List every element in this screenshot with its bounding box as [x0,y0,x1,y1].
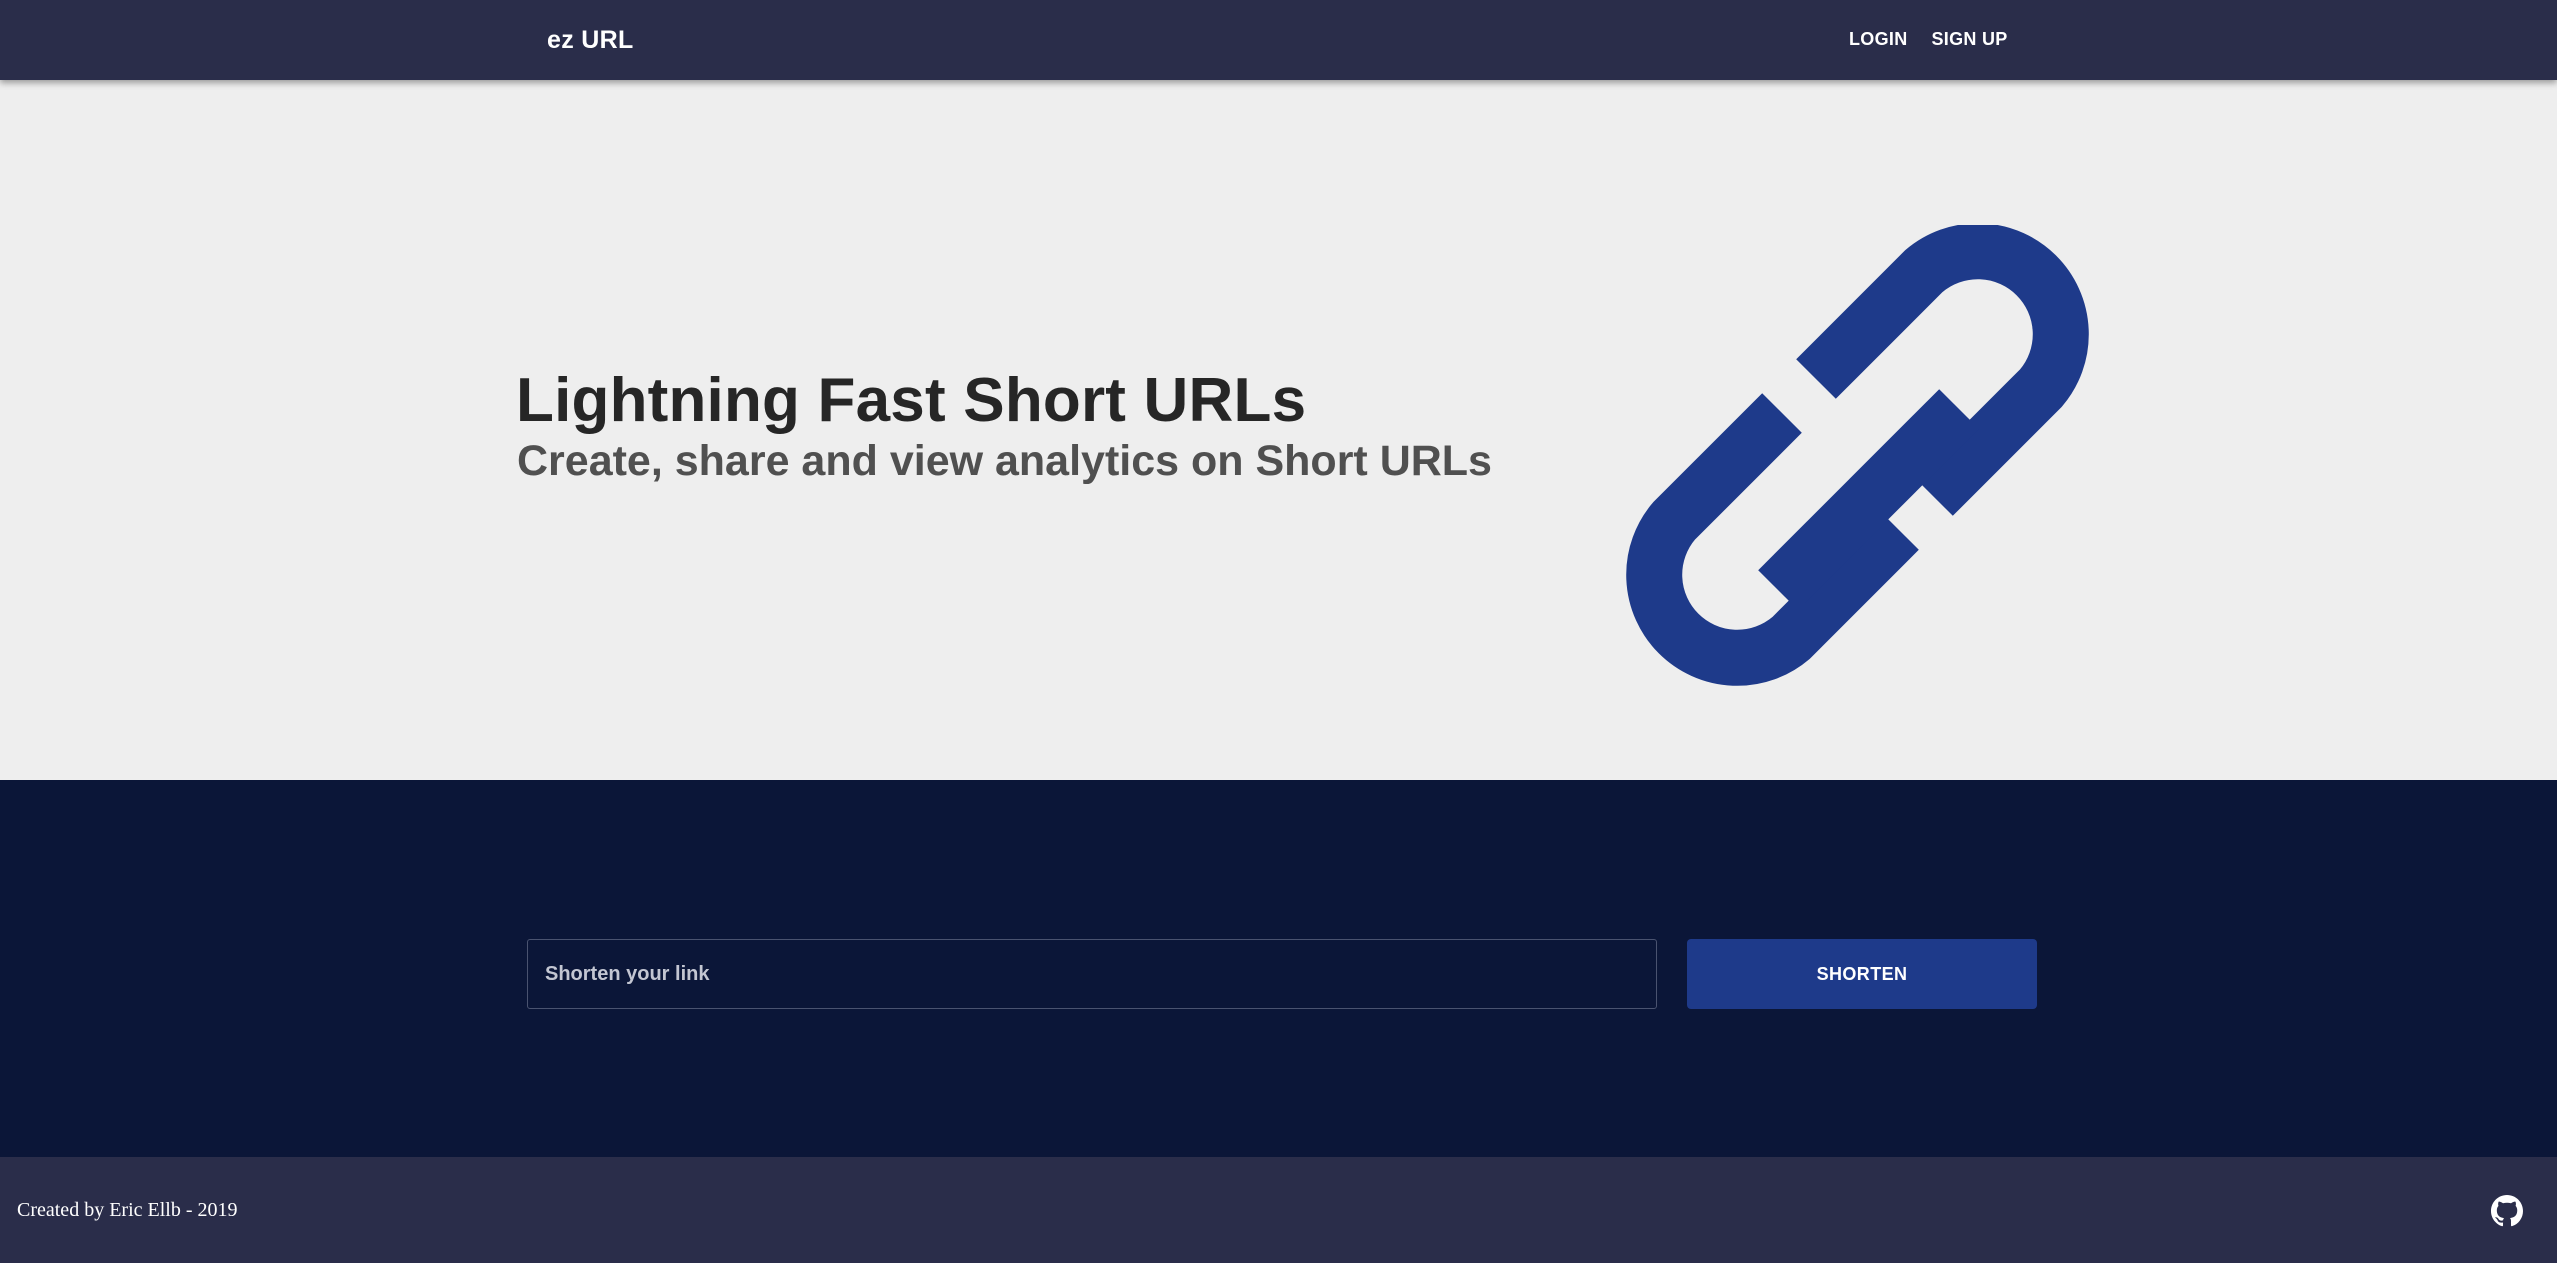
footer-credit: Created by Eric Ellb - 2019 [17,1199,238,1221]
login-link[interactable]: LOGIN [1849,29,1908,50]
footer: Created by Eric Ellb - 2019 [0,1157,2557,1263]
link-icon [1626,225,2089,686]
brand-logo[interactable]: ez URL [547,26,634,55]
hero-title: Lightning Fast Short URLs [516,366,1307,435]
github-icon[interactable] [2491,1195,2523,1227]
github-icon-glyph [2491,1195,2523,1227]
signup-link[interactable]: SIGN UP [1932,29,2008,50]
hero-subtitle: Create, share and view analytics on Shor… [517,437,1492,485]
navbar: ez URL LOGIN SIGN UP [0,0,2557,80]
shorten-button[interactable]: SHORTEN [1687,939,2037,1009]
url-input[interactable] [527,939,1657,1009]
nav-links: LOGIN SIGN UP [1849,29,2008,50]
hero-section: Lightning Fast Short URLs Create, share … [0,80,2557,780]
shorten-section: SHORTEN [0,780,2557,1157]
